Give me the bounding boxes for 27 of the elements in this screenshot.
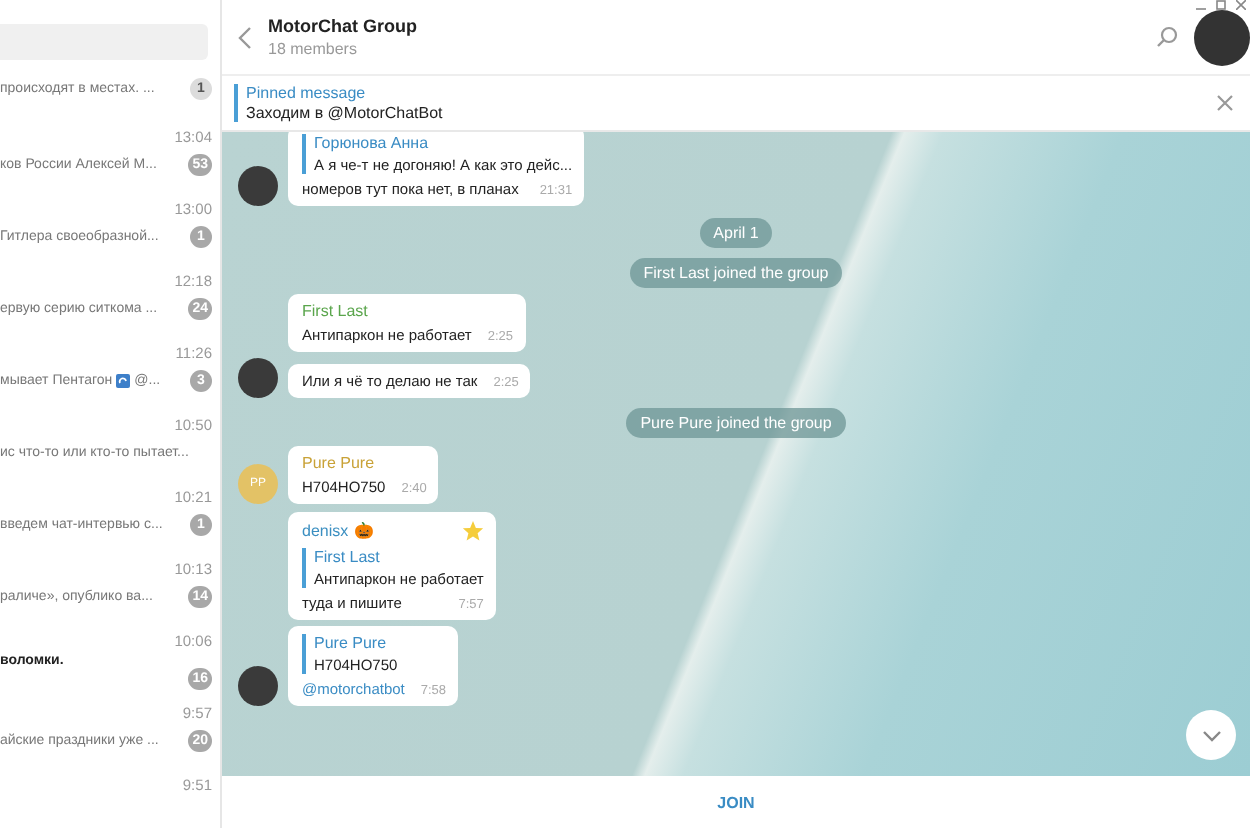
back-icon[interactable] [238,25,252,49]
reply-author: Горюнова Анна [314,134,431,152]
emoji: 🎃 [354,522,375,540]
search-icon[interactable] [1156,26,1178,48]
close-icon[interactable] [1216,94,1234,112]
service-message: First Last joined the group [629,258,843,288]
sender-name[interactable]: Pure Pure [302,454,375,472]
member-count: 18 members [268,40,359,58]
chat-title: MotorChat Group [268,16,419,36]
pinned-text: Заходим в @MotorChatBot [246,104,445,122]
group-avatar[interactable] [1194,9,1250,65]
user-avatar[interactable] [238,166,278,206]
join-button[interactable]: JOIN [705,785,767,819]
square-icon [116,373,131,387]
maximize-icon[interactable] [1216,0,1226,10]
scroll-down-button[interactable] [1186,710,1236,760]
sender-name[interactable]: denisx [302,522,349,540]
close-icon[interactable] [1236,0,1246,10]
user-avatar[interactable] [238,666,278,706]
user-avatar[interactable] [238,358,278,398]
sender-name[interactable]: First Last [302,302,368,320]
date-label: April 1 [699,218,773,248]
chevron-down-icon [1201,729,1221,741]
pinned-label: Pinned message [246,84,368,102]
reply-author: Pure Pure [314,634,389,652]
reply-author: First Last [314,548,382,566]
service-message: Pure Pure joined the group [626,408,846,438]
